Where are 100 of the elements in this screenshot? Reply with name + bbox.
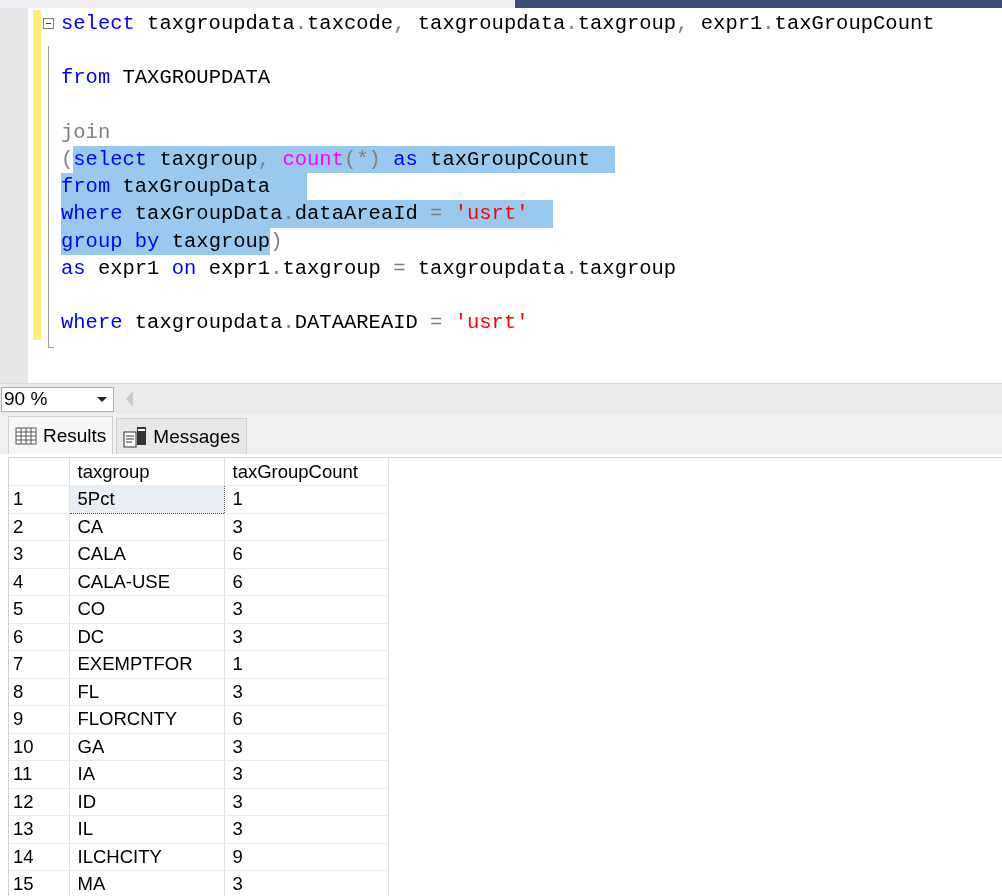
table-cell[interactable]: EXEMPTFOR: [69, 650, 224, 678]
grid-icon: [15, 426, 37, 445]
table-cell[interactable]: ILCHCITY: [69, 843, 224, 871]
caret-icon: [97, 396, 107, 402]
code-token: 'usrt': [442, 200, 554, 228]
document-tab[interactable]: [0, 0, 515, 8]
table-cell[interactable]: 1: [224, 650, 388, 678]
code-token: join: [61, 119, 111, 146]
table-cell[interactable]: IA: [69, 760, 224, 788]
table-cell[interactable]: MA: [69, 870, 224, 896]
code-token: taxgroup: [577, 11, 677, 37]
table-cell[interactable]: 3: [224, 815, 388, 843]
table-cell[interactable]: CA: [69, 513, 224, 541]
table-cell[interactable]: 3: [224, 870, 388, 896]
row-number: 13: [9, 815, 69, 843]
document-tab[interactable]: [515, 0, 1002, 8]
row-number: 8: [9, 678, 69, 706]
code-token: (: [61, 146, 74, 173]
document-icon: [123, 425, 148, 448]
code-token: expr1: [207, 255, 271, 282]
code-token: .: [282, 200, 295, 228]
table-cell[interactable]: GA: [69, 733, 224, 761]
code-token: taxGroupCount: [417, 145, 615, 174]
code-token: taxGroupData: [122, 200, 283, 228]
table-cell[interactable]: CALA-USE: [69, 568, 224, 596]
table-cell[interactable]: 3: [224, 760, 388, 788]
code-token: from: [61, 173, 111, 201]
row-number: 2: [9, 513, 69, 541]
code-token: ): [270, 228, 283, 255]
row-number: 4: [9, 568, 69, 596]
code-token: expr1: [699, 11, 763, 37]
table-cell[interactable]: 3: [224, 513, 388, 541]
row-number: 6: [9, 623, 69, 651]
table-cell[interactable]: 6: [224, 568, 388, 596]
row-number: 10: [9, 733, 69, 761]
code-token: DATAAREAID: [294, 310, 419, 337]
code-token: on: [170, 255, 197, 282]
table-cell[interactable]: 3: [224, 733, 388, 761]
code-token: taxgroup: [147, 145, 258, 174]
code-token: .: [294, 11, 308, 37]
code-token: =: [430, 200, 443, 228]
code-token: (*): [343, 145, 381, 174]
code-token: where: [61, 310, 123, 337]
code-token: .: [565, 255, 578, 282]
table-cell[interactable]: 3: [224, 623, 388, 651]
table-cell[interactable]: ID: [69, 788, 224, 816]
table-cell[interactable]: 3: [224, 678, 388, 706]
row-number: 3: [9, 540, 69, 568]
code-token: group: [61, 227, 123, 255]
collapse-icon[interactable]: [43, 18, 54, 29]
code-token: taxgroupdata: [416, 255, 566, 282]
code-token: taxgroupdata: [146, 11, 295, 37]
code-token: ,: [676, 11, 689, 37]
row-number: 15: [9, 870, 69, 896]
zoom-dropdown[interactable]: 90 %: [1, 386, 114, 412]
code-token: taxgroup: [577, 255, 677, 282]
table-cell[interactable]: FLORCNTY: [69, 705, 224, 733]
table-cell[interactable]: 6: [224, 705, 388, 733]
code-token: where: [61, 200, 123, 228]
row-number: 7: [9, 650, 69, 678]
table-cell[interactable]: CO: [69, 595, 224, 623]
code-token: .: [282, 310, 295, 337]
code-token: 'usrt': [453, 310, 529, 337]
code-token: from: [61, 65, 111, 92]
table-cell[interactable]: 9: [224, 843, 388, 871]
table-cell[interactable]: DC: [69, 623, 224, 651]
code-token: select: [61, 11, 135, 37]
column-header[interactable]: taxGroupCount: [224, 458, 388, 486]
row-number: 5: [9, 595, 69, 623]
code-token: .: [565, 11, 578, 37]
row-number: 1: [9, 485, 69, 513]
results-tab[interactable]: Results: [8, 416, 114, 454]
code-token: =: [430, 310, 443, 337]
code-token: .: [762, 11, 775, 37]
code-token: taxgroup: [159, 227, 271, 255]
table-cell[interactable]: 5Pct: [69, 485, 224, 513]
code-token: dataAreaId: [294, 200, 431, 228]
results-tab[interactable]: Messages: [116, 418, 247, 454]
row-number: 11: [9, 760, 69, 788]
table-cell[interactable]: CALA: [69, 540, 224, 568]
code-token: as: [61, 255, 86, 282]
code-token: count: [270, 145, 344, 174]
table-cell[interactable]: 3: [224, 595, 388, 623]
code-token: taxGroupCount: [774, 11, 935, 37]
code-token: taxGroupData: [110, 173, 308, 201]
code-token: select: [73, 145, 148, 174]
table-cell[interactable]: 1: [224, 485, 388, 513]
table-cell[interactable]: 3: [224, 788, 388, 816]
code-token: =: [393, 255, 406, 282]
row-number: 9: [9, 705, 69, 733]
column-header[interactable]: taxgroup: [69, 458, 224, 486]
row-number: 12: [9, 788, 69, 816]
code-token: ,: [393, 11, 406, 37]
code-token: taxcode: [307, 11, 394, 37]
table-cell[interactable]: 6: [224, 540, 388, 568]
table-cell[interactable]: FL: [69, 678, 224, 706]
code-token: as: [380, 145, 418, 174]
table-cell[interactable]: IL: [69, 815, 224, 843]
scroll-left-icon[interactable]: [126, 391, 133, 407]
code-token: TAXGROUPDATA: [121, 65, 271, 92]
